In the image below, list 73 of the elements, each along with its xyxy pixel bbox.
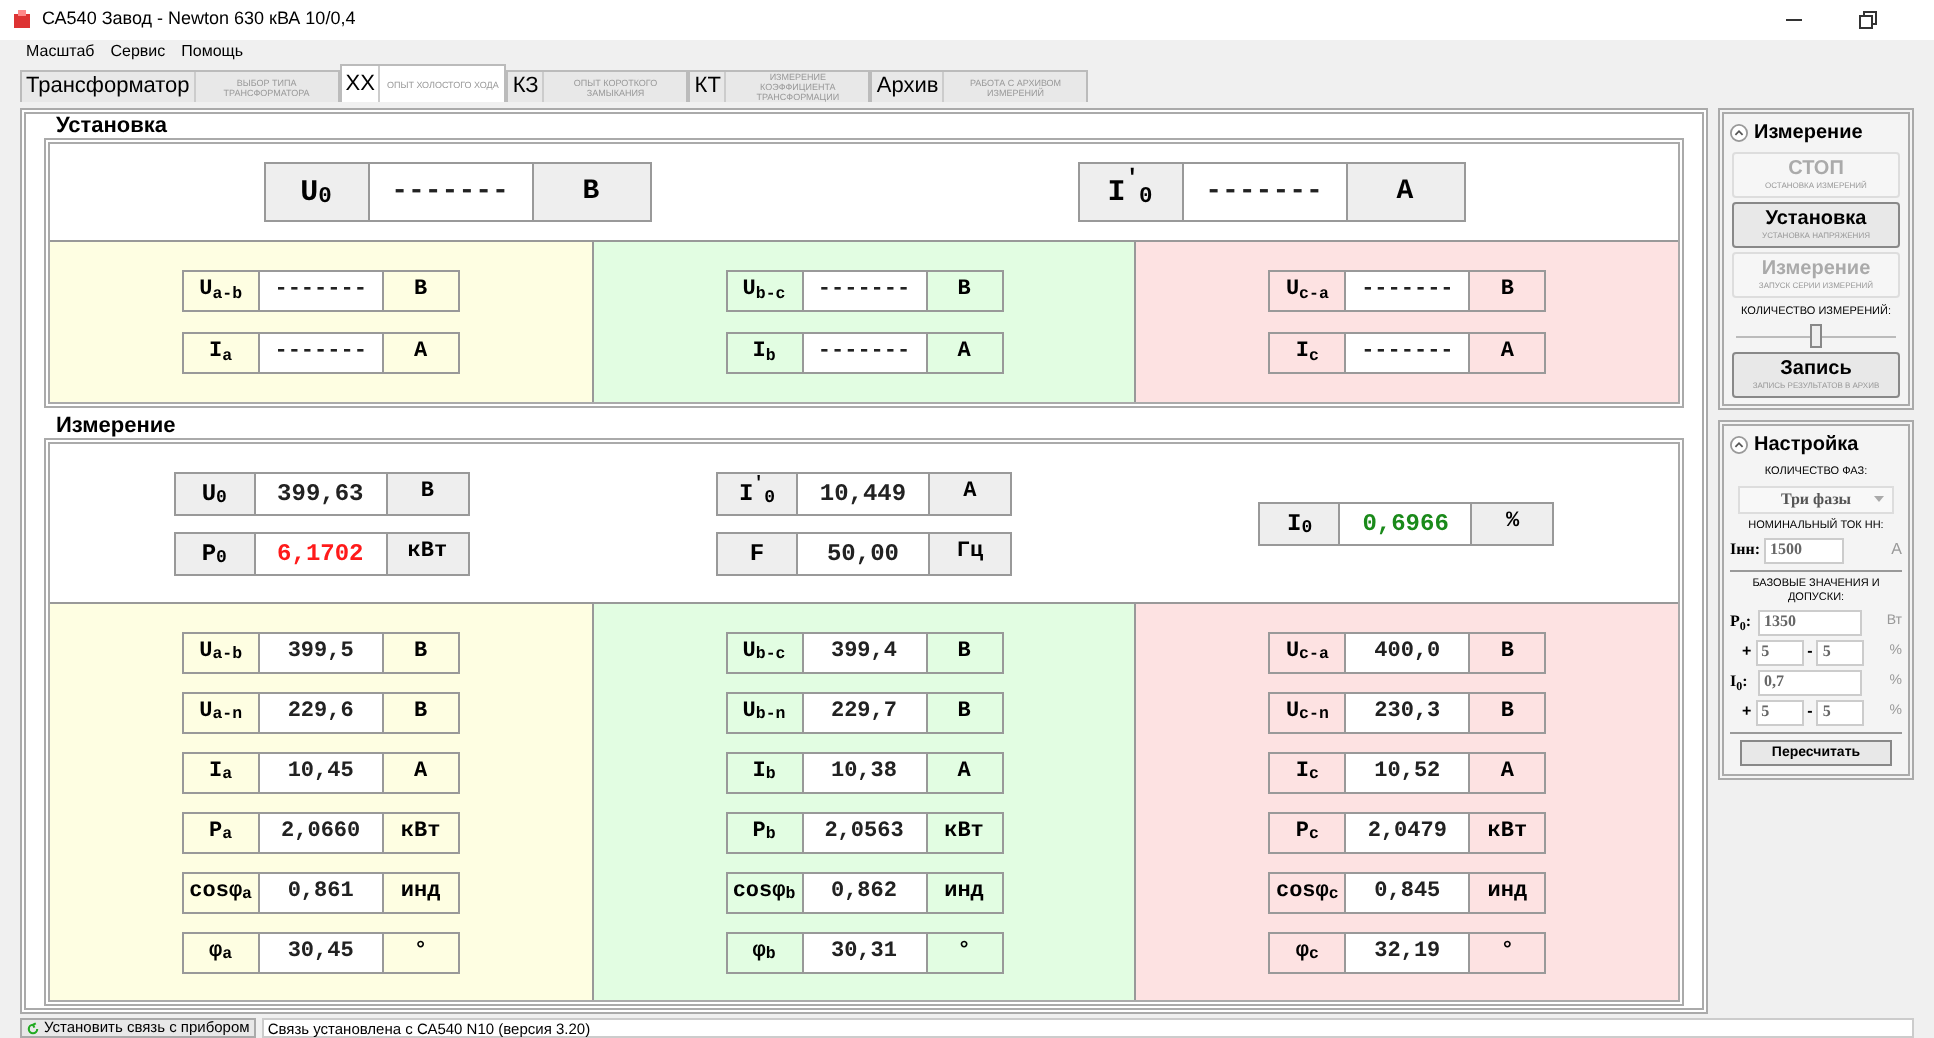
collapse-icon[interactable] bbox=[1730, 436, 1748, 455]
readout-value: 6,1702 bbox=[255, 533, 388, 573]
input-field[interactable]: 5 bbox=[1755, 699, 1804, 726]
readout-value: 2,0660 bbox=[259, 813, 384, 851]
readout-value: 0,845 bbox=[1346, 873, 1471, 911]
readout-value: 30,45 bbox=[259, 933, 384, 971]
readout-value: ------- bbox=[369, 164, 533, 220]
readout-value: ------- bbox=[803, 272, 927, 310]
unit-label: В bbox=[387, 473, 468, 513]
minus-sign: - bbox=[1807, 700, 1813, 725]
field-label: P$_{0}$: bbox=[1730, 610, 1754, 635]
readout-label: U$_{0}$ bbox=[265, 164, 369, 220]
readout-value: 229,7 bbox=[803, 693, 927, 731]
app-icon bbox=[12, 10, 32, 30]
unit-label: А bbox=[929, 473, 1010, 513]
refresh-icon bbox=[26, 1021, 40, 1035]
count-slider[interactable] bbox=[1736, 324, 1896, 349]
readout-value: 10,38 bbox=[803, 753, 927, 791]
readout-value: 400,0 bbox=[1346, 633, 1471, 671]
phases-dropdown[interactable]: Три фазы bbox=[1738, 485, 1894, 513]
unit-label: В bbox=[533, 164, 649, 220]
restore-icon[interactable] bbox=[1858, 10, 1878, 30]
readout-value: ------- bbox=[1346, 272, 1471, 310]
collapse-icon[interactable] bbox=[1730, 124, 1748, 142]
readout-label: cosφ$_{b}$ bbox=[727, 873, 803, 911]
input-field[interactable]: 0,7 bbox=[1758, 669, 1862, 696]
group-title: Установка bbox=[56, 114, 170, 138]
readout-value: 0,862 bbox=[803, 873, 927, 911]
menu-item[interactable]: Помощь bbox=[181, 44, 244, 60]
menu-item[interactable]: Сервис bbox=[110, 44, 166, 60]
unit-label: А bbox=[1891, 538, 1902, 563]
input-field[interactable]: 5 bbox=[1816, 699, 1865, 726]
input-field[interactable]: 1350 bbox=[1758, 609, 1862, 636]
readout-value: 10,52 bbox=[1346, 753, 1471, 791]
readout-value: ------- bbox=[259, 272, 384, 310]
readout-label: F bbox=[717, 533, 798, 573]
unit-label: кВт bbox=[387, 533, 468, 573]
readout-value: 399,5 bbox=[259, 633, 384, 671]
unit-label: Гц bbox=[929, 533, 1010, 573]
input-field[interactable]: 5 bbox=[1755, 639, 1804, 666]
menu-item[interactable]: Масштаб bbox=[26, 44, 95, 60]
input-field[interactable]: 1500 bbox=[1764, 537, 1844, 564]
unit-label: % bbox=[1472, 503, 1553, 543]
card-title: Настройка bbox=[1754, 432, 1859, 461]
slider-thumb[interactable] bbox=[1810, 324, 1822, 349]
readout-value: 229,6 bbox=[259, 693, 384, 731]
readout-value: 32,19 bbox=[1346, 933, 1471, 971]
minus-sign: - bbox=[1807, 640, 1813, 665]
readout-value: ------- bbox=[1183, 164, 1347, 220]
input-field[interactable]: 5 bbox=[1816, 639, 1865, 666]
field-label: I$_{0}$: bbox=[1730, 670, 1750, 695]
readout-value: 399,4 bbox=[803, 633, 927, 671]
readout-label: I$_{0}$ bbox=[1260, 503, 1341, 543]
plus-sign: + bbox=[1742, 640, 1752, 665]
readout-label: U$_{0}$ bbox=[175, 473, 256, 513]
readout-value: 10,45 bbox=[259, 753, 384, 791]
readout-value: 2,0563 bbox=[803, 813, 927, 851]
readout-value: 2,0479 bbox=[1346, 813, 1471, 851]
readout-value: ------- bbox=[803, 334, 927, 372]
readout-value: 399,63 bbox=[255, 473, 388, 513]
caret-icon bbox=[1874, 496, 1884, 502]
unit-label: А bbox=[1347, 164, 1463, 220]
field-label: Iнн: bbox=[1730, 538, 1760, 563]
card-title: Измерение bbox=[1754, 120, 1863, 148]
readout-label: P$_{0}$ bbox=[175, 533, 256, 573]
group-title: Измерение bbox=[56, 414, 178, 438]
readout-value: ------- bbox=[1346, 334, 1471, 372]
window-title: СА540 Завод - Newton 630 кВА 10/0,4 bbox=[42, 6, 356, 33]
readout-value: 30,31 bbox=[803, 933, 927, 971]
readout-value: 230,3 bbox=[1346, 693, 1471, 731]
readout-value: ------- bbox=[259, 334, 384, 372]
readout-value: 0,861 bbox=[259, 873, 384, 911]
plus-sign: + bbox=[1742, 700, 1752, 725]
